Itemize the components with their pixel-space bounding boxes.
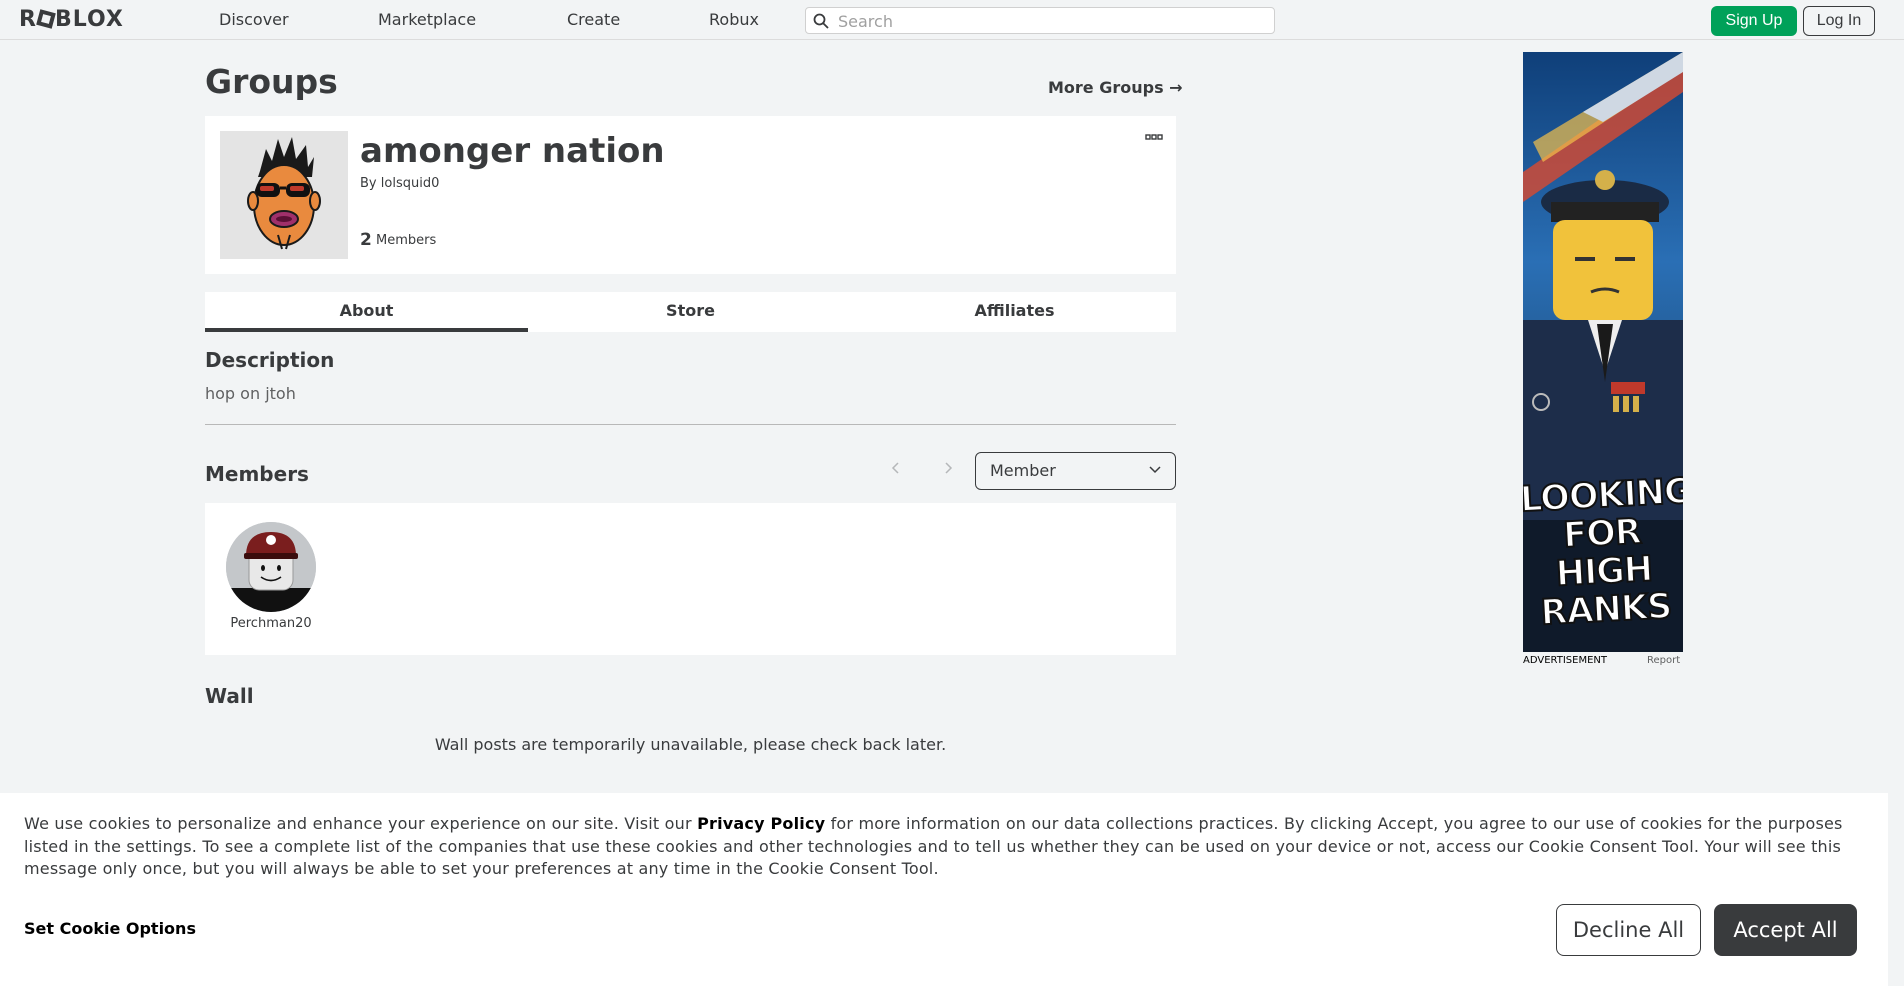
cookie-message: We use cookies to personalize and enhanc…	[24, 813, 1864, 881]
tab-about[interactable]: About	[205, 292, 528, 332]
nav-marketplace[interactable]: Marketplace	[378, 11, 476, 29]
set-cookie-options-link[interactable]: Set Cookie Options	[24, 919, 196, 938]
search-input[interactable]	[838, 11, 1258, 31]
search-box	[805, 7, 1275, 34]
member-name[interactable]: Perchman20	[205, 616, 337, 631]
decline-all-button[interactable]: Decline All	[1556, 904, 1701, 956]
member-count: 2	[360, 230, 372, 250]
top-navigation: R BLOX Discover Marketplace Create Robux …	[0, 0, 1904, 40]
group-emblem-image	[220, 131, 348, 259]
group-header-card: amonger nation By lolsquid0 2 Members	[205, 116, 1176, 274]
ad-headline: LOOKING FOR HIGH RANKS	[1523, 470, 1683, 635]
nav-robux[interactable]: Robux	[709, 11, 759, 29]
ad-headline-line: RANKS	[1539, 586, 1674, 635]
group-owner: By lolsquid0	[360, 176, 439, 191]
nav-discover[interactable]: Discover	[219, 11, 289, 29]
ad-headline-line: LOOKING	[1523, 470, 1683, 521]
chevron-left-icon[interactable]	[890, 460, 902, 476]
description-heading: Description	[205, 348, 335, 372]
more-options-icon[interactable]	[1145, 133, 1163, 141]
ad-report-link[interactable]: Report	[1647, 655, 1680, 666]
chevron-right-icon[interactable]	[942, 460, 954, 476]
ad-headline-line: FOR HIGH	[1554, 511, 1654, 595]
cookie-text-before: We use cookies to personalize and enhanc…	[24, 814, 698, 833]
description-text: hop on jtoh	[205, 384, 296, 403]
member-card[interactable]: Perchman20	[205, 503, 337, 643]
roblox-logo[interactable]: R BLOX	[19, 9, 124, 31]
group-tabs: About Store Affiliates	[205, 292, 1176, 332]
members-heading: Members	[205, 462, 309, 486]
log-in-button[interactable]: Log In	[1803, 6, 1875, 36]
page-title: Groups	[205, 62, 338, 101]
advertisement-label: ADVERTISEMENT	[1523, 655, 1608, 666]
group-name: amonger nation	[360, 131, 665, 171]
nav-create[interactable]: Create	[567, 11, 620, 29]
sign-up-button[interactable]: Sign Up	[1711, 6, 1797, 36]
role-select-value: Member	[990, 461, 1056, 480]
group-emblem	[220, 131, 348, 259]
avatar-image	[226, 522, 316, 612]
search-icon	[813, 13, 829, 29]
members-panel: Perchman20	[205, 503, 1176, 655]
wall-unavailable-message: Wall posts are temporarily unavailable, …	[434, 735, 947, 754]
section-divider	[205, 424, 1176, 425]
role-select[interactable]: Member	[975, 452, 1176, 490]
cookie-banner: We use cookies to personalize and enhanc…	[0, 793, 1888, 986]
by-label: By	[360, 176, 377, 191]
chevron-down-icon	[1149, 466, 1161, 474]
member-count-label: Members	[376, 233, 437, 248]
more-groups-link[interactable]: More Groups →	[1048, 78, 1183, 97]
accept-all-button[interactable]: Accept All	[1714, 904, 1857, 956]
tab-affiliates[interactable]: Affiliates	[853, 292, 1176, 332]
owner-link[interactable]: lolsquid0	[381, 176, 440, 191]
privacy-policy-link[interactable]: Privacy Policy	[697, 814, 825, 833]
wall-heading: Wall	[205, 684, 254, 708]
tab-store[interactable]: Store	[529, 292, 852, 332]
avatar[interactable]	[226, 522, 316, 612]
advertisement-banner[interactable]: LOOKING FOR HIGH RANKS	[1523, 52, 1683, 652]
